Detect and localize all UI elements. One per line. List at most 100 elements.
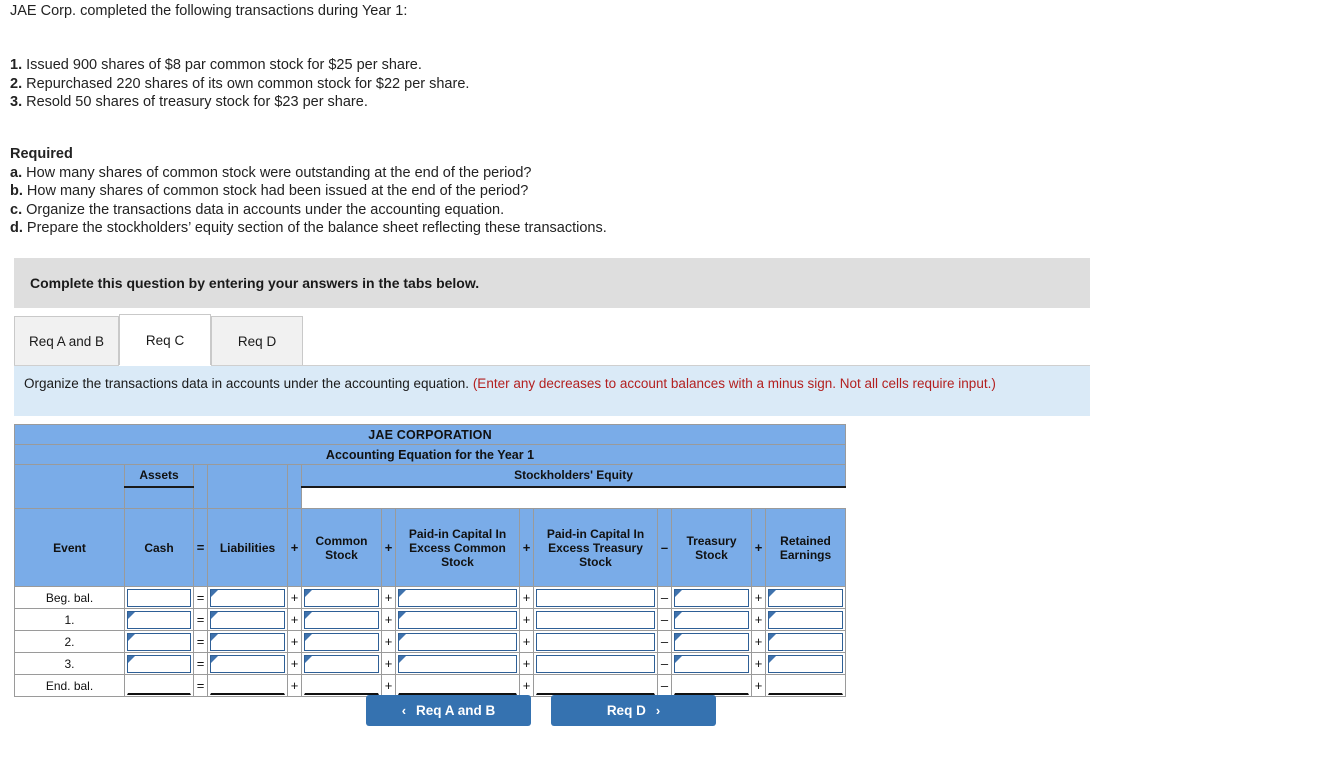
operator-plus-3: + <box>519 608 534 631</box>
cell-common-stock[interactable] <box>301 652 382 675</box>
tab-req-c[interactable]: Req C <box>119 314 212 365</box>
transactions-list: 1. Issued 900 shares of $8 par common st… <box>10 56 469 112</box>
input-cash[interactable] <box>127 610 191 629</box>
input-retained-earnings[interactable] <box>768 632 843 651</box>
input-common-stock[interactable] <box>304 654 379 673</box>
cell-common-stock[interactable] <box>301 608 382 631</box>
row-event-label: End. bal. <box>14 674 125 697</box>
cell-pic-excess-cs[interactable] <box>395 630 520 653</box>
input-treasury-stock[interactable] <box>674 588 749 607</box>
next-req-d-button[interactable]: Req D › <box>551 695 716 726</box>
input-liabilities[interactable] <box>210 632 285 651</box>
cell-retained-earnings[interactable] <box>765 608 846 631</box>
table-subtitle: Accounting Equation for the Year 1 <box>14 444 846 465</box>
operator-plus-3: + <box>519 652 534 675</box>
input-pic-excess-treasury-stock[interactable] <box>536 654 655 673</box>
cell-treasury-stock[interactable] <box>671 608 752 631</box>
total-common-stock <box>304 676 379 695</box>
input-pic-excess-common-stock[interactable] <box>398 588 517 607</box>
input-liabilities[interactable] <box>210 588 285 607</box>
cell-liabilities[interactable] <box>207 630 288 653</box>
operator-plus-2: + <box>381 674 396 697</box>
input-treasury-stock[interactable] <box>674 610 749 629</box>
operator-plus-2: + <box>381 608 396 631</box>
operator-equals: = <box>193 586 208 609</box>
input-cash[interactable] <box>127 588 191 607</box>
transaction-number: 3. <box>10 94 23 110</box>
cell-liabilities[interactable] <box>207 586 288 609</box>
prev-req-a-and-b-button[interactable]: ‹ Req A and B <box>366 695 531 726</box>
accounting-equation-table: JAE CORPORATION Accounting Equation for … <box>14 424 846 697</box>
input-pic-excess-treasury-stock[interactable] <box>536 610 655 629</box>
header-operator-equals: = <box>193 508 208 587</box>
input-cash[interactable] <box>127 654 191 673</box>
operator-plus-2: + <box>381 630 396 653</box>
cell-cash[interactable] <box>124 652 194 675</box>
cell-treasury-stock[interactable] <box>671 586 752 609</box>
required-item-label: b. <box>10 183 23 199</box>
cell-retained-earnings[interactable] <box>765 652 846 675</box>
cell-cash[interactable] <box>124 586 194 609</box>
total-pic-excess-common-stock <box>398 676 517 695</box>
cell-cash <box>124 674 194 697</box>
cell-pic-excess-cs[interactable] <box>395 586 520 609</box>
cell-liabilities[interactable] <box>207 652 288 675</box>
total-liabilities <box>210 676 285 695</box>
total-pic-excess-treasury-stock <box>536 676 655 695</box>
tab-req-d[interactable]: Req D <box>211 316 304 365</box>
input-liabilities[interactable] <box>210 654 285 673</box>
input-pic-excess-common-stock[interactable] <box>398 632 517 651</box>
cell-cash[interactable] <box>124 630 194 653</box>
cell-common-stock[interactable] <box>301 586 382 609</box>
operator-minus: – <box>657 630 672 653</box>
header-op-equals <box>193 464 208 509</box>
table-row: 2. = + + + – + <box>14 630 846 653</box>
input-pic-excess-treasury-stock[interactable] <box>536 588 655 607</box>
input-pic-excess-common-stock[interactable] <box>398 654 517 673</box>
input-common-stock[interactable] <box>304 632 379 651</box>
header-col-retained-earnings: Retained Earnings <box>765 508 846 587</box>
required-item-label: a. <box>10 164 23 181</box>
worksheet-page: JAE Corp. completed the following transa… <box>0 0 1322 766</box>
cell-cash[interactable] <box>124 608 194 631</box>
input-common-stock[interactable] <box>304 610 379 629</box>
operator-plus-1: + <box>287 608 302 631</box>
cell-liabilities[interactable] <box>207 608 288 631</box>
cell-retained-earnings[interactable] <box>765 630 846 653</box>
chevron-left-icon: ‹ <box>401 703 407 718</box>
operator-plus-2: + <box>381 652 396 675</box>
cell-treasury-stock[interactable] <box>671 652 752 675</box>
cell-retained-earnings[interactable] <box>765 586 846 609</box>
header-liabilities <box>207 464 288 509</box>
input-cash[interactable] <box>127 632 191 651</box>
cell-pic-excess-ts[interactable] <box>533 652 658 675</box>
cell-pic-excess-ts[interactable] <box>533 608 658 631</box>
cell-pic-excess-cs[interactable] <box>395 652 520 675</box>
cell-pic-excess-ts[interactable] <box>533 630 658 653</box>
transaction-number: 2. <box>10 75 23 92</box>
input-treasury-stock[interactable] <box>674 632 749 651</box>
tab-req-a-and-b[interactable]: Req A and B <box>14 316 120 365</box>
header-event <box>14 464 125 509</box>
task-instruction-main: Organize the transactions data in accoun… <box>24 376 470 391</box>
input-retained-earnings[interactable] <box>768 610 843 629</box>
operator-plus-3: + <box>519 586 534 609</box>
instructions-banner: Complete this question by entering your … <box>14 258 1090 308</box>
input-pic-excess-treasury-stock[interactable] <box>536 632 655 651</box>
operator-equals: = <box>193 652 208 675</box>
input-liabilities[interactable] <box>210 610 285 629</box>
input-retained-earnings[interactable] <box>768 654 843 673</box>
cell-pic-excess-ts[interactable] <box>533 586 658 609</box>
cell-common-stock[interactable] <box>301 630 382 653</box>
total-retained-earnings <box>768 676 843 695</box>
input-retained-earnings[interactable] <box>768 588 843 607</box>
header-col-pic-excess-treasury-stock: Paid-in Capital In Excess Treasury Stock <box>533 508 658 587</box>
cell-treasury-stock[interactable] <box>671 630 752 653</box>
input-pic-excess-common-stock[interactable] <box>398 610 517 629</box>
input-treasury-stock[interactable] <box>674 654 749 673</box>
operator-plus-4: + <box>751 608 766 631</box>
table-row: 3. = + + + – + <box>14 652 846 675</box>
cell-pic-excess-cs[interactable] <box>395 608 520 631</box>
input-common-stock[interactable] <box>304 588 379 607</box>
task-instruction: Organize the transactions data in accoun… <box>14 366 1090 416</box>
